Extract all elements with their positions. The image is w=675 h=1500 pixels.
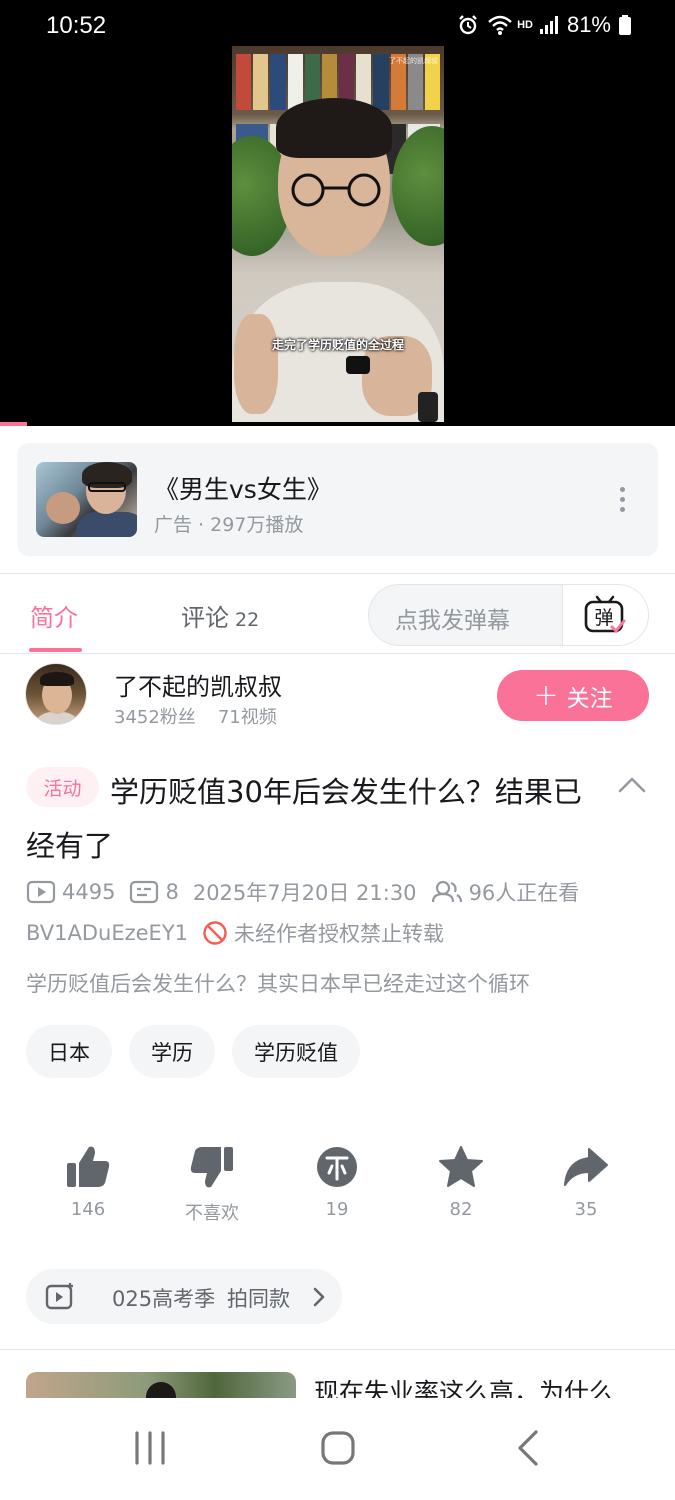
danmaku-icon-char: 弹: [594, 607, 613, 629]
more-options-icon[interactable]: [616, 487, 628, 515]
ad-thumbnail[interactable]: [36, 462, 137, 537]
danmaku-input[interactable]: 点我发弹幕 弹: [368, 584, 649, 646]
alarm-icon: [459, 15, 477, 35]
ad-subtitle: 广告 · 297万播放: [154, 514, 304, 536]
shoot-same-style-chip[interactable]: 025高考季 拍同款: [26, 1269, 342, 1324]
uploader-stats: 3452粉丝 71视频: [114, 703, 277, 729]
plus-icon: +: [533, 677, 559, 713]
coin-icon: [317, 1147, 357, 1187]
star-icon: [439, 1146, 483, 1187]
chevron-right-icon: [313, 1287, 325, 1307]
share-icon: [564, 1148, 608, 1186]
status-icons: HD 81%: [457, 12, 631, 38]
uploader-name[interactable]: 了不起的凯叔叔: [114, 667, 282, 702]
recommended-video-thumbnail[interactable]: [26, 1372, 296, 1400]
activity-badge[interactable]: 活动: [26, 767, 99, 807]
ad-card[interactable]: [17, 443, 658, 556]
share-button[interactable]: 35: [536, 1145, 636, 1220]
danmaku-placeholder: 点我发弹幕: [395, 608, 510, 634]
play-count: 4495: [62, 880, 116, 904]
signal-icon: [539, 16, 558, 34]
presenter-hair: [276, 98, 392, 158]
follow-label: 关注: [566, 685, 613, 712]
lapel-mic: [346, 356, 370, 374]
video-player[interactable]: 走完了学历贬值的全过程 了不起的凯叔叔: [0, 46, 675, 426]
battery-icon: [619, 15, 631, 35]
bvid[interactable]: BV1ADuEzeEY1: [26, 921, 188, 945]
tag-list: 日本 学历 学历贬值: [26, 1025, 360, 1078]
copyright-notice: 未经作者授权禁止转载: [234, 922, 445, 946]
tab-comments[interactable]: 评论 22: [181, 598, 259, 633]
back-icon[interactable]: [514, 1428, 542, 1468]
video-frame: 走完了学历贬值的全过程 了不起的凯叔叔: [232, 46, 444, 426]
play-count-icon: [26, 880, 56, 904]
wifi-icon: [488, 15, 512, 35]
recommended-video-title[interactable]: 现在失业率这么高，为什么: [314, 1376, 654, 1400]
coin-count: 19: [325, 1199, 349, 1220]
dislike-label: 不喜欢: [185, 1203, 239, 1224]
tag-item[interactable]: 学历: [129, 1025, 215, 1078]
video-progress-bar[interactable]: [0, 422, 675, 426]
home-icon[interactable]: [320, 1428, 356, 1468]
coin-button[interactable]: 19: [287, 1145, 387, 1220]
tab-intro[interactable]: 简介: [30, 598, 78, 633]
danmaku-count-icon: [130, 880, 159, 904]
video-meta: 4495 8 2025年7月20日 21:30 96人正在看: [26, 877, 579, 907]
video-description: 学历贬值后会发生什么？其实日本早已经走过这个循环: [26, 972, 530, 996]
hd-indicator: HD: [517, 19, 533, 31]
danmaku-count: 8: [165, 880, 179, 904]
thumbs-down-icon: [190, 1147, 233, 1188]
comment-count: 22: [235, 609, 260, 631]
video-meta-2: BV1ADuEzeEY1 未经作者授权禁止转载: [26, 918, 444, 948]
dislike-button[interactable]: 不喜欢: [162, 1145, 262, 1225]
glasses-decor: [291, 173, 381, 207]
watching-count: 96人正在看: [468, 881, 580, 905]
danmaku-icon: 弹: [584, 595, 626, 634]
presenter-hand-left: [234, 314, 278, 414]
status-time: 10:52: [46, 12, 107, 39]
tab-active-indicator: [29, 648, 82, 652]
uploader-videos: 71视频: [217, 707, 277, 728]
tab-comments-label: 评论: [181, 604, 229, 632]
danmaku-toggle-button[interactable]: 弹: [562, 585, 648, 645]
follow-button[interactable]: + 关注: [497, 670, 649, 721]
viewers-icon: [431, 880, 462, 903]
tag-item[interactable]: 学历贬值: [232, 1025, 360, 1078]
section-divider: [0, 1349, 675, 1350]
video-title: 学历贬值30年后会发生什么？结果已经有了: [26, 775, 582, 863]
uploader-fans: 3452粉丝: [114, 707, 196, 728]
ad-title[interactable]: 《男生vs女生》: [154, 470, 332, 506]
share-count: 35: [574, 1199, 598, 1220]
same-style-topic: 025高考季: [112, 1287, 216, 1311]
favorite-button[interactable]: 82: [411, 1145, 511, 1220]
video-watermark: 了不起的凯叔叔: [389, 57, 438, 65]
video-subtitle: 走完了学历贬值的全过程: [271, 338, 404, 352]
watch-decor: [418, 392, 438, 422]
like-count: 146: [70, 1199, 106, 1220]
thumbs-up-icon: [67, 1146, 110, 1187]
system-nav-bar: [0, 1398, 675, 1500]
prohibited-icon: [203, 921, 227, 945]
tag-item[interactable]: 日本: [26, 1025, 112, 1078]
tab-bar: 简介 评论 22 点我发弹幕 弹: [0, 573, 675, 654]
video-progress-fill: [0, 422, 27, 426]
uploader-avatar[interactable]: [25, 663, 87, 725]
same-style-action: 拍同款: [227, 1287, 290, 1311]
action-bar: 146 不喜欢 19 82 35: [0, 1145, 675, 1235]
like-button[interactable]: 146: [38, 1145, 138, 1220]
chevron-up-icon[interactable]: [617, 774, 647, 796]
recent-apps-icon[interactable]: [133, 1428, 167, 1468]
battery-percent: 81%: [566, 12, 611, 37]
favorite-count: 82: [449, 1199, 473, 1220]
publish-date: 2025年7月20日 21:30: [192, 881, 417, 905]
video-create-icon: [45, 1283, 73, 1310]
